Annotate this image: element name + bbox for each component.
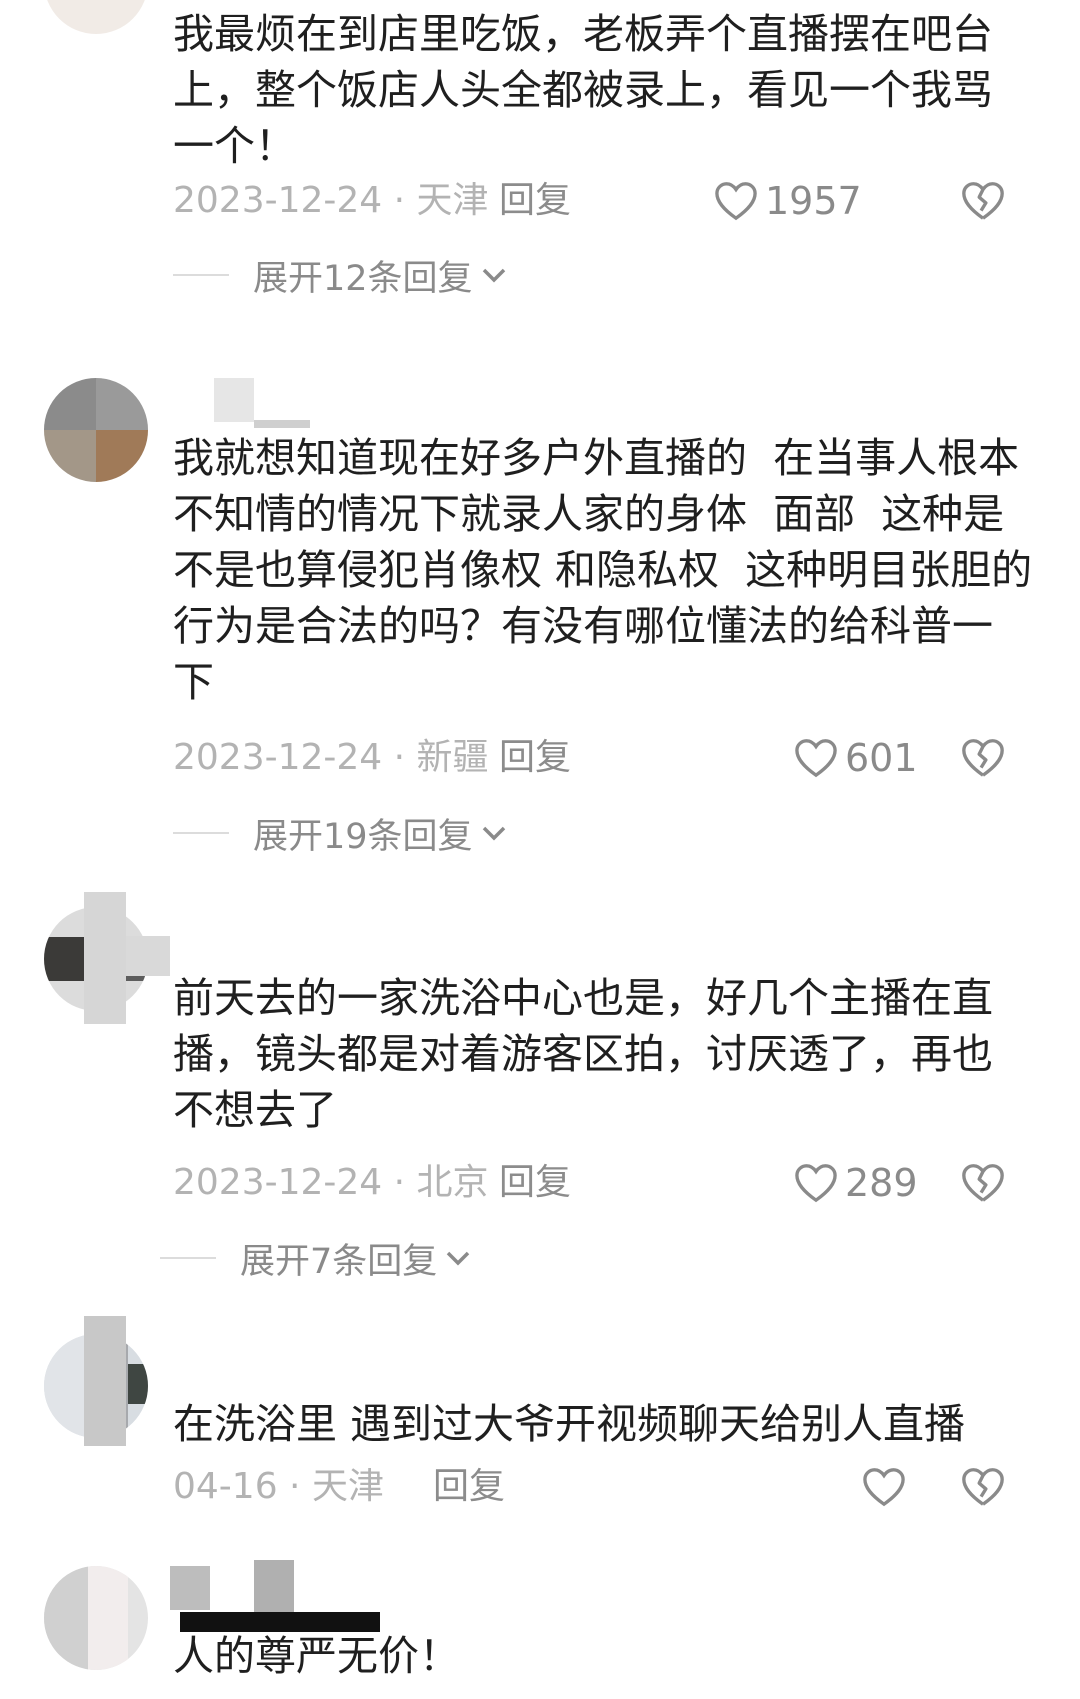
avatar[interactable] <box>44 0 148 34</box>
comment-text: 人的尊严无价！ <box>173 1632 460 1680</box>
like-count: 601 <box>845 736 918 780</box>
expand-replies-label: 展开19条回复 <box>253 816 473 857</box>
like-count: 289 <box>845 1161 918 1205</box>
heart-outline-icon <box>795 1164 837 1203</box>
comment-meta: 2023-12-24 · 新疆 回复 601 <box>173 733 1050 783</box>
like-button[interactable]: 1957 <box>713 176 862 226</box>
expand-replies-button[interactable]: 展开19条回复 <box>173 810 507 857</box>
comment-date-location: 04-16 · 天津 <box>173 1466 384 1507</box>
expand-replies-label: 展开12条回复 <box>253 258 473 299</box>
avatar[interactable] <box>44 378 148 482</box>
username-redacted <box>84 892 126 1024</box>
expand-replies-button[interactable]: 展开7条回复 <box>160 1235 471 1282</box>
heart-outline-icon <box>715 182 757 221</box>
username-redacted <box>170 1566 210 1610</box>
chevron-down-icon <box>482 268 505 283</box>
expand-replies-label: 展开7条回复 <box>240 1241 438 1282</box>
like-button[interactable] <box>861 1462 913 1512</box>
comment-date-location: 2023-12-24 · 新疆 <box>173 737 489 778</box>
comment-text: 我最烦在到店里吃饭，老板弄个直播摆在吧台上，整个饭店人头全都被录上，看见一个我骂… <box>173 10 993 170</box>
comment-date-location: 2023-12-24 · 天津 <box>173 180 489 221</box>
broken-heart-icon[interactable] <box>960 1464 1006 1510</box>
comment-meta: 2023-12-24 · 天津 回复 1957 <box>173 176 1050 226</box>
chevron-down-icon <box>482 826 505 841</box>
divider-line <box>173 274 229 276</box>
comment-text: 我就想知道现在好多户外直播的 在当事人根本不知情的情况下就录人家的身体 面部 这… <box>173 434 1033 706</box>
username-redacted <box>126 936 170 976</box>
broken-heart-icon[interactable] <box>960 178 1006 224</box>
username-redacted <box>254 1560 294 1612</box>
comment-date-location: 2023-12-24 · 北京 <box>173 1162 489 1203</box>
like-button[interactable]: 289 <box>793 1158 918 1208</box>
reply-button[interactable]: 回复 <box>499 1158 571 1208</box>
broken-heart-icon[interactable] <box>960 735 1006 781</box>
comment-meta: 04-16 · 天津 回复 <box>173 1462 1050 1512</box>
like-count: 1957 <box>765 179 862 223</box>
comment-text: 在洗浴里 遇到过大爷开视频聊天给别人直播 <box>173 1400 966 1448</box>
expand-replies-button[interactable]: 展开12条回复 <box>173 252 507 299</box>
reply-button[interactable]: 回复 <box>499 733 571 783</box>
heart-outline-icon <box>795 739 837 778</box>
heart-outline-icon <box>863 1468 905 1507</box>
broken-heart-icon[interactable] <box>960 1160 1006 1206</box>
chevron-down-icon <box>447 1251 470 1266</box>
divider-line <box>160 1257 216 1259</box>
comment-meta: 2023-12-24 · 北京 回复 289 <box>173 1158 1050 1208</box>
username-redacted <box>84 1316 126 1446</box>
redaction-bar <box>180 1612 380 1632</box>
like-button[interactable]: 601 <box>793 733 918 783</box>
avatar[interactable] <box>44 1566 148 1670</box>
comment-text: 前天去的一家洗浴中心也是，好几个主播在直播，镜头都是对着游客区拍，讨厌透了，再也… <box>173 974 993 1134</box>
username-redacted <box>214 378 254 422</box>
reply-button[interactable]: 回复 <box>433 1462 505 1512</box>
username-redacted <box>254 420 310 428</box>
reply-button[interactable]: 回复 <box>499 176 571 226</box>
divider-line <box>173 832 229 834</box>
